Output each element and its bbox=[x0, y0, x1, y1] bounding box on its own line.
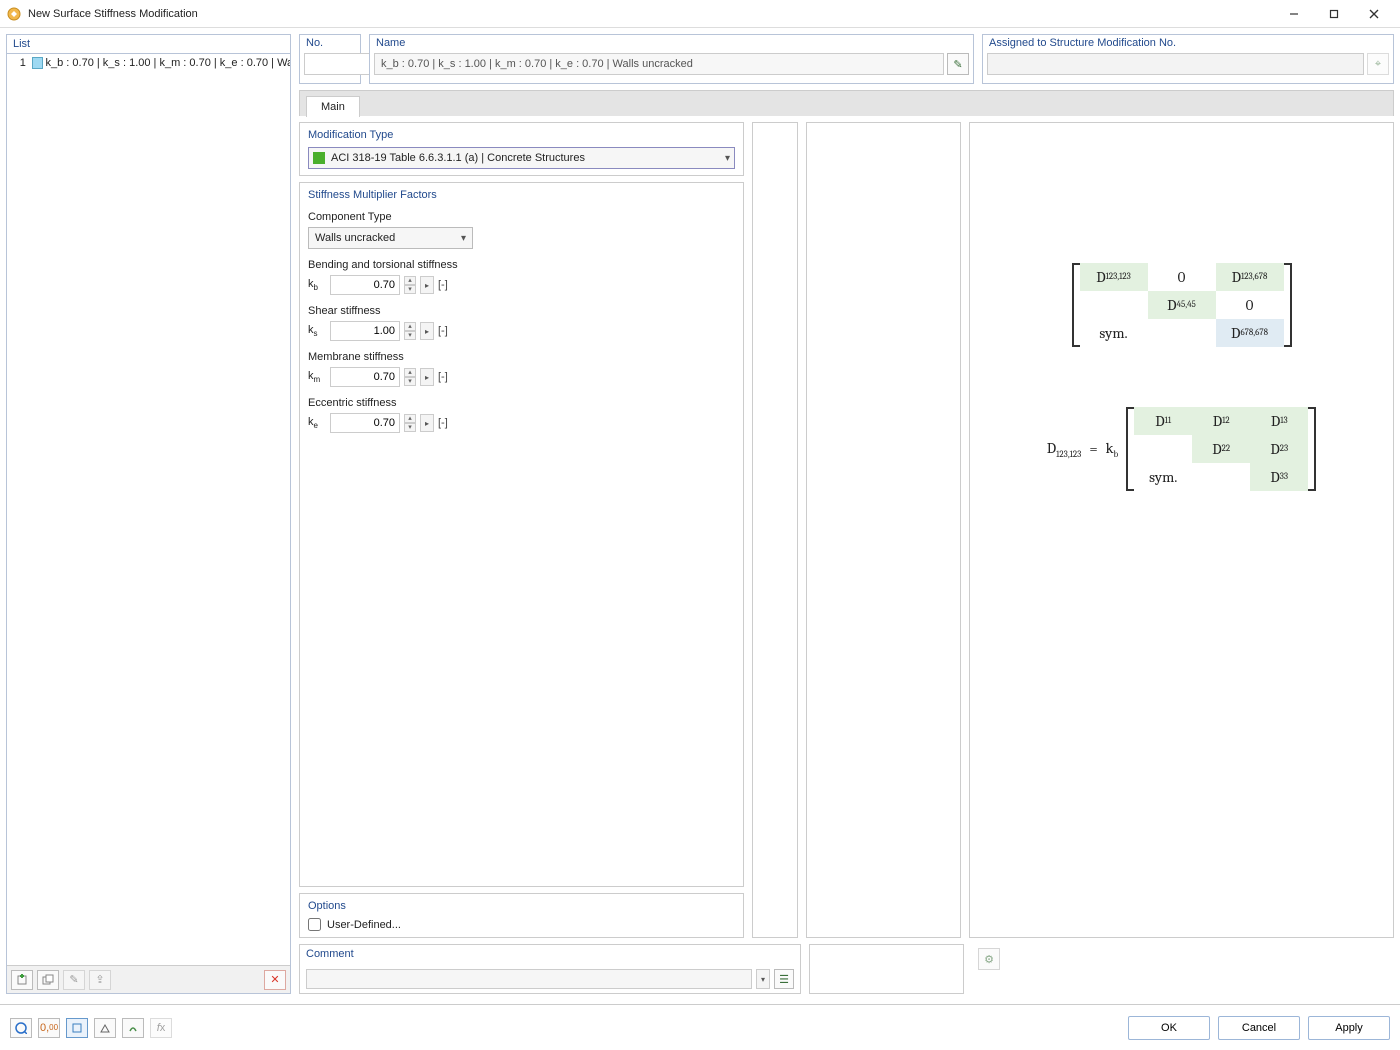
stiffness-title: Stiffness Multiplier Factors bbox=[308, 189, 735, 201]
eccentric-label: Eccentric stiffness bbox=[308, 397, 473, 409]
list-body[interactable]: 1 k_b : 0.70 | k_s : 1.00 | k_m : 0.70 |… bbox=[7, 54, 290, 965]
tool-button-4[interactable]: ⇪ bbox=[89, 970, 111, 990]
shear-label: Shear stiffness bbox=[308, 305, 473, 317]
ke-unit: [-] bbox=[438, 417, 448, 429]
copy-item-button[interactable] bbox=[37, 970, 59, 990]
km-symbol: km bbox=[308, 370, 326, 384]
view-mode-1-button[interactable] bbox=[66, 1018, 88, 1038]
ke-menu-button[interactable]: ▸ bbox=[420, 414, 434, 432]
list-item[interactable]: 1 k_b : 0.70 | k_s : 1.00 | k_m : 0.70 |… bbox=[7, 54, 290, 72]
component-type-value: Walls uncracked bbox=[315, 232, 395, 244]
diagram-settings-button[interactable]: ⚙ bbox=[978, 948, 1000, 970]
titlebar: New Surface Stiffness Modification bbox=[0, 0, 1400, 28]
view-mode-2-button[interactable] bbox=[94, 1018, 116, 1038]
modification-type-title: Modification Type bbox=[308, 129, 735, 141]
ke-input[interactable] bbox=[330, 413, 400, 433]
edit-name-button[interactable]: ✎ bbox=[947, 53, 969, 75]
list-item-label: k_b : 0.70 | k_s : 1.00 | k_m : 0.70 | k… bbox=[46, 57, 290, 69]
pick-assigned-button[interactable]: ⌖ bbox=[1367, 53, 1389, 75]
cancel-button[interactable]: Cancel bbox=[1218, 1016, 1300, 1040]
no-label: No. bbox=[300, 35, 360, 51]
color-swatch bbox=[32, 57, 43, 69]
sub-matrix: D11D12D13 D22D23 sym.D33 bbox=[1126, 407, 1316, 491]
chevron-down-icon: ▾ bbox=[461, 233, 466, 244]
assigned-label: Assigned to Structure Modification No. bbox=[983, 35, 1393, 51]
diagram-panel: D123,1230D123,678 D45,450 sym.D678,678 D… bbox=[969, 122, 1394, 938]
kb-symbol: kb bbox=[308, 278, 326, 292]
units-button[interactable]: 0,00 bbox=[38, 1018, 60, 1038]
component-type-dropdown[interactable]: Walls uncracked ▾ bbox=[308, 227, 473, 249]
comment-library-button[interactable]: ☰ bbox=[774, 969, 794, 989]
maximize-button[interactable] bbox=[1314, 1, 1354, 27]
ke-spinner[interactable]: ▴▾ bbox=[404, 414, 416, 432]
component-type-label: Component Type bbox=[308, 211, 473, 223]
tab-bar: Main bbox=[299, 90, 1394, 116]
form-preview-panel bbox=[806, 122, 961, 938]
comment-dropdown-button[interactable]: ▾ bbox=[756, 969, 770, 989]
modification-type-dropdown[interactable]: ACI 318-19 Table 6.6.3.1.1 (a) | Concret… bbox=[308, 147, 735, 169]
ok-button[interactable]: OK bbox=[1128, 1016, 1210, 1040]
kb-unit: [-] bbox=[438, 279, 448, 291]
name-input[interactable] bbox=[374, 53, 944, 75]
delete-button[interactable]: ✕ bbox=[264, 970, 286, 990]
view-mode-4-button[interactable]: fx bbox=[150, 1018, 172, 1038]
comment-box: Comment ▾ ☰ bbox=[299, 944, 801, 994]
help-button[interactable] bbox=[10, 1018, 32, 1038]
comment-title: Comment bbox=[306, 948, 794, 960]
user-defined-label: User-Defined... bbox=[327, 919, 401, 931]
kb-input[interactable] bbox=[330, 275, 400, 295]
equation: D123,123 = kb D11D12D13 D22D23 sym.D33 bbox=[980, 407, 1383, 491]
user-defined-checkbox[interactable] bbox=[308, 918, 321, 931]
type-color-swatch bbox=[313, 152, 325, 164]
ks-symbol: ks bbox=[308, 324, 326, 338]
list-panel: List 1 k_b : 0.70 | k_s : 1.00 | k_m : 0… bbox=[6, 34, 291, 994]
no-box: No. bbox=[299, 34, 361, 84]
view-mode-3-button[interactable] bbox=[122, 1018, 144, 1038]
user-defined-option[interactable]: User-Defined... bbox=[308, 918, 735, 931]
km-spinner[interactable]: ▴▾ bbox=[404, 368, 416, 386]
minimize-button[interactable] bbox=[1274, 1, 1314, 27]
assigned-input[interactable] bbox=[987, 53, 1364, 75]
name-label: Name bbox=[370, 35, 973, 51]
new-item-button[interactable] bbox=[11, 970, 33, 990]
kb-menu-button[interactable]: ▸ bbox=[420, 276, 434, 294]
modification-type-group: Modification Type ACI 318-19 Table 6.6.3… bbox=[299, 122, 744, 176]
list-item-no: 1 bbox=[7, 57, 30, 69]
km-menu-button[interactable]: ▸ bbox=[420, 368, 434, 386]
bottom-bar: 0,00 fx OK Cancel Apply bbox=[0, 1004, 1400, 1050]
options-title: Options bbox=[308, 900, 735, 912]
form-mid-panel bbox=[752, 122, 798, 938]
apply-button[interactable]: Apply bbox=[1308, 1016, 1390, 1040]
km-input[interactable] bbox=[330, 367, 400, 387]
window-title: New Surface Stiffness Modification bbox=[28, 8, 198, 20]
stiffness-group: Stiffness Multiplier Factors Component T… bbox=[299, 182, 744, 887]
km-unit: [-] bbox=[438, 371, 448, 383]
tab-main[interactable]: Main bbox=[306, 96, 360, 117]
list-header: List bbox=[7, 35, 290, 54]
list-toolbar: ✎ ⇪ ✕ bbox=[7, 965, 290, 993]
modification-type-value: ACI 318-19 Table 6.6.3.1.1 (a) | Concret… bbox=[331, 152, 585, 164]
app-icon bbox=[6, 6, 22, 22]
name-box: Name ✎ bbox=[369, 34, 974, 84]
ks-menu-button[interactable]: ▸ bbox=[420, 322, 434, 340]
membrane-label: Membrane stiffness bbox=[308, 351, 473, 363]
comment-input[interactable] bbox=[306, 969, 752, 989]
assigned-box: Assigned to Structure Modification No. ⌖ bbox=[982, 34, 1394, 84]
ks-spinner[interactable]: ▴▾ bbox=[404, 322, 416, 340]
ks-unit: [-] bbox=[438, 325, 448, 337]
close-button[interactable] bbox=[1354, 1, 1394, 27]
options-group: Options User-Defined... bbox=[299, 893, 744, 938]
tool-button-3[interactable]: ✎ bbox=[63, 970, 85, 990]
ks-input[interactable] bbox=[330, 321, 400, 341]
ke-symbol: ke bbox=[308, 416, 326, 430]
bending-label: Bending and torsional stiffness bbox=[308, 259, 473, 271]
chevron-down-icon: ▾ bbox=[725, 153, 730, 164]
main-matrix: D123,1230D123,678 D45,450 sym.D678,678 bbox=[1072, 263, 1292, 347]
kb-spinner[interactable]: ▴▾ bbox=[404, 276, 416, 294]
comment-preview bbox=[809, 944, 964, 994]
